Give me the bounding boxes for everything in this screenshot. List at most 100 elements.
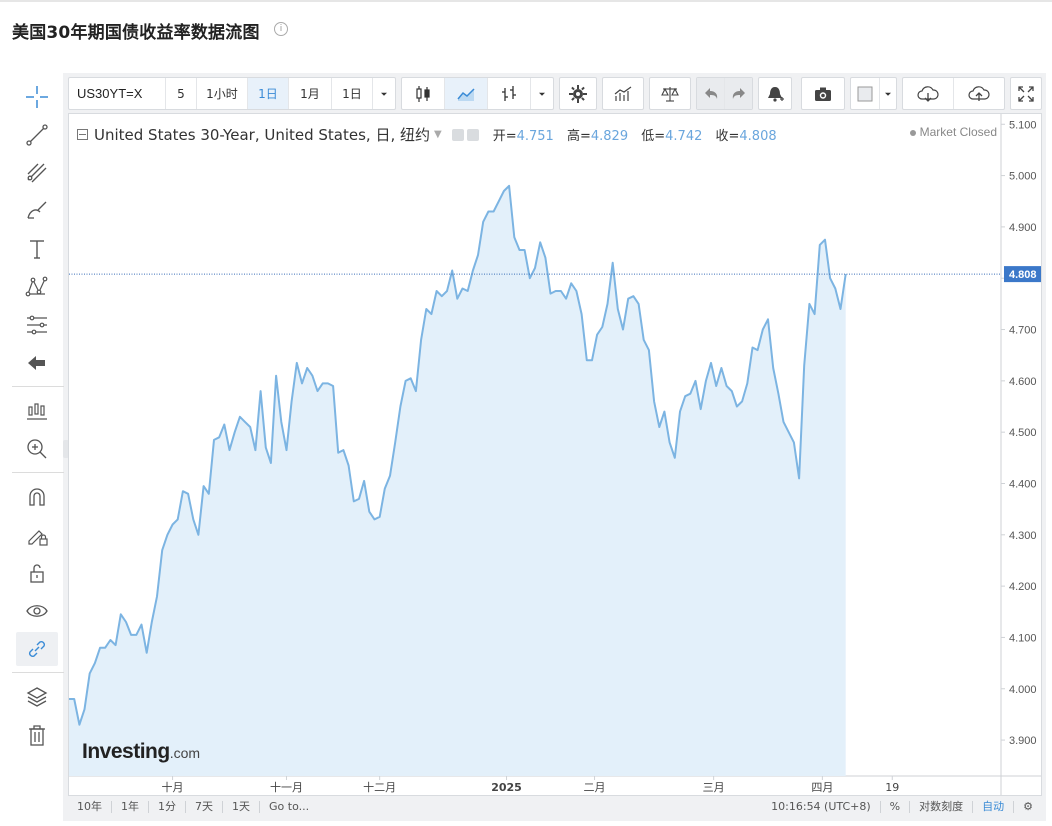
ohlc-values: 开=4.751 高=4.829 低=4.742 收=4.808 bbox=[492, 129, 777, 144]
eye-icon[interactable] bbox=[16, 594, 58, 628]
interval-1d[interactable]: 1日 bbox=[248, 78, 289, 109]
candlestick-icon[interactable] bbox=[402, 78, 445, 109]
compare-icon[interactable] bbox=[650, 78, 690, 109]
page-title: 美国30年期国债收益率数据流图 bbox=[12, 23, 260, 43]
x-tick-label: 十二月 bbox=[363, 780, 396, 794]
cloud-group bbox=[902, 77, 1005, 110]
fullscreen-group bbox=[1010, 77, 1042, 110]
chart-type-dropdown[interactable] bbox=[531, 78, 553, 109]
trash-icon[interactable] bbox=[16, 718, 58, 752]
interval-1h[interactable]: 1小时 bbox=[197, 78, 248, 109]
range-1d[interactable]: 1天 bbox=[223, 801, 260, 813]
symbol-input[interactable]: US30YT=X bbox=[69, 78, 166, 109]
high-value: 4.829 bbox=[590, 129, 629, 144]
fullscreen-icon[interactable] bbox=[1011, 78, 1041, 109]
history-group bbox=[696, 77, 753, 110]
unlock-icon[interactable] bbox=[16, 556, 58, 590]
cloud-upload-icon[interactable] bbox=[954, 78, 1004, 109]
layers-icon[interactable] bbox=[16, 680, 58, 714]
snapshot-group bbox=[801, 77, 845, 110]
status-dot bbox=[909, 129, 916, 136]
compare-group bbox=[649, 77, 691, 110]
range-1min[interactable]: 1分 bbox=[149, 801, 186, 813]
series-settings-icon[interactable] bbox=[466, 128, 479, 141]
x-tick-label: 十一月 bbox=[270, 780, 303, 794]
crosshair-icon[interactable] bbox=[16, 80, 58, 114]
clock-text: 10:16:54 (UTC+8) bbox=[762, 801, 881, 813]
fib-icon[interactable] bbox=[16, 308, 58, 342]
y-tick-label: 4.500 bbox=[1009, 427, 1037, 439]
area-chart-icon[interactable] bbox=[445, 78, 488, 109]
indicators-group bbox=[602, 77, 644, 110]
cloud-download-icon[interactable] bbox=[903, 78, 954, 109]
drawing-toolbar bbox=[10, 74, 64, 764]
color-group bbox=[850, 77, 897, 110]
legend-symbol: United States 30-Year, United States, 日,… bbox=[94, 126, 430, 144]
chart-type-group bbox=[401, 77, 554, 110]
y-tick-label: 3.900 bbox=[1009, 735, 1037, 747]
lock-drawing-icon[interactable] bbox=[16, 518, 58, 552]
interval-input[interactable]: 5 bbox=[166, 78, 197, 109]
low-value: 4.742 bbox=[665, 129, 703, 144]
percent-toggle[interactable]: % bbox=[881, 801, 911, 813]
settings-icon[interactable] bbox=[560, 78, 596, 109]
y-tick-label: 4.000 bbox=[1009, 684, 1037, 696]
trend-line-icon[interactable] bbox=[16, 118, 58, 152]
info-icon[interactable]: i bbox=[274, 22, 288, 36]
bar-chart-icon[interactable] bbox=[488, 78, 531, 109]
back-arrow-icon[interactable] bbox=[16, 346, 58, 380]
range-7d[interactable]: 7天 bbox=[186, 801, 223, 813]
alert-icon[interactable] bbox=[759, 78, 791, 109]
hide-series-icon[interactable] bbox=[451, 128, 464, 141]
top-border bbox=[0, 0, 1052, 2]
close-value: 4.808 bbox=[739, 129, 777, 144]
toolbar-divider bbox=[12, 386, 64, 387]
x-tick-label: 2025 bbox=[491, 781, 522, 794]
range-10y[interactable]: 10年 bbox=[68, 801, 112, 813]
magnet-icon[interactable] bbox=[16, 480, 58, 514]
color-icon[interactable] bbox=[851, 78, 880, 109]
auto-scale-toggle[interactable]: 自动 bbox=[973, 801, 1015, 813]
text-icon[interactable] bbox=[16, 232, 58, 266]
interval-select[interactable]: 1日 bbox=[332, 78, 373, 109]
chart-area[interactable]: 5.1005.0004.9004.8004.7004.6004.5004.400… bbox=[68, 113, 1042, 796]
undo-icon[interactable] bbox=[697, 78, 725, 109]
camera-icon[interactable] bbox=[802, 78, 844, 109]
goto-date-link[interactable]: Go to... bbox=[260, 801, 318, 813]
zoom-in-icon[interactable] bbox=[16, 432, 58, 466]
color-dropdown[interactable] bbox=[880, 78, 896, 109]
toolbar-divider bbox=[12, 672, 64, 673]
fork-icon[interactable] bbox=[16, 156, 58, 190]
legend-dropdown-icon[interactable]: ▼ bbox=[434, 129, 442, 140]
market-status-text: Market Closed bbox=[919, 125, 997, 139]
collapse-legend-icon[interactable] bbox=[77, 129, 88, 140]
current-price-label: 4.808 bbox=[1009, 269, 1037, 281]
x-tick-label: 二月 bbox=[584, 781, 606, 794]
measure-icon[interactable] bbox=[16, 394, 58, 428]
scale-settings-icon[interactable]: ⚙ bbox=[1014, 801, 1042, 813]
y-tick-label: 4.400 bbox=[1009, 478, 1037, 490]
price-chart[interactable]: 5.1005.0004.9004.8004.7004.6004.5004.400… bbox=[69, 114, 1042, 796]
y-tick-label: 4.900 bbox=[1009, 222, 1037, 234]
investing-logo: Investing.com bbox=[82, 740, 201, 763]
log-scale-toggle[interactable]: 对数刻度 bbox=[910, 801, 974, 813]
y-tick-label: 4.700 bbox=[1009, 325, 1037, 337]
x-tick-label: 十月 bbox=[162, 780, 184, 794]
link-icon[interactable] bbox=[16, 632, 58, 666]
y-tick-label: 4.100 bbox=[1009, 632, 1037, 644]
indicators-icon[interactable] bbox=[603, 78, 643, 109]
interval-1m[interactable]: 1月 bbox=[289, 78, 332, 109]
interval-dropdown[interactable] bbox=[373, 78, 395, 109]
brush-icon[interactable] bbox=[16, 194, 58, 228]
x-tick-label: 四月 bbox=[811, 781, 833, 794]
bottom-bar: 10年 1年 1分 7天 1天 Go to... 10:16:54 (UTC+8… bbox=[68, 797, 1042, 817]
pattern-icon[interactable] bbox=[16, 270, 58, 304]
bottom-right-controls: 10:16:54 (UTC+8) % 对数刻度 自动 ⚙ bbox=[762, 797, 1042, 817]
market-status: Market Closed bbox=[909, 125, 997, 139]
range-1y[interactable]: 1年 bbox=[112, 801, 149, 813]
redo-icon[interactable] bbox=[725, 78, 752, 109]
toolbar-divider bbox=[12, 472, 64, 473]
alert-group bbox=[758, 77, 792, 110]
chart-toolbar: US30YT=X 5 1小时 1日 1月 1日 bbox=[68, 77, 1042, 110]
open-value: 4.751 bbox=[516, 129, 554, 144]
